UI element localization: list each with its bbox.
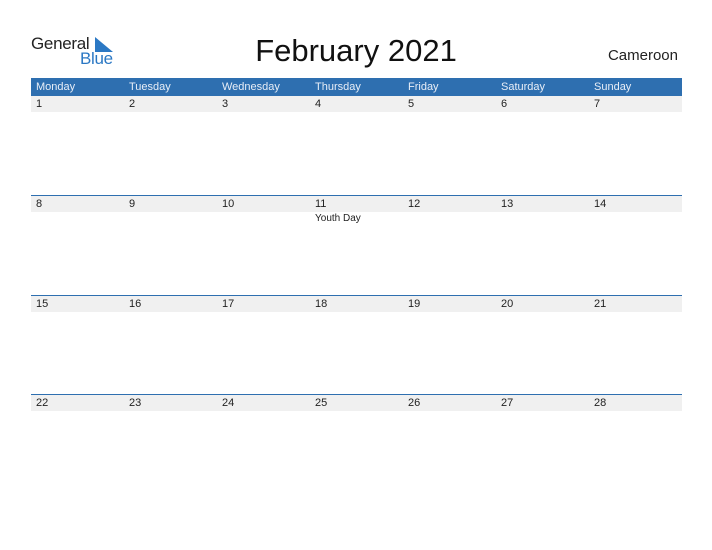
country-label: Cameroon xyxy=(607,47,678,64)
date-cell: 19 xyxy=(408,298,421,310)
date-cell: 9 xyxy=(129,198,136,210)
weekday-saturday: Saturday xyxy=(501,81,546,93)
date-cell: 22 xyxy=(36,397,49,409)
date-cell: 7 xyxy=(594,98,601,110)
week-row-2: 8 9 10 11 12 13 14 Youth Day xyxy=(31,195,682,226)
event-label xyxy=(31,212,124,226)
week-row-1: 1 2 3 4 5 6 7 xyxy=(31,96,682,112)
date-cell: 12 xyxy=(408,198,421,210)
date-cell: 5 xyxy=(408,98,415,110)
weekday-friday: Friday xyxy=(408,81,439,93)
date-cell: 27 xyxy=(501,397,514,409)
date-cell: 25 xyxy=(315,397,328,409)
weekday-sunday: Sunday xyxy=(594,81,632,93)
date-cell: 17 xyxy=(222,298,235,310)
weekday-monday: Monday xyxy=(36,81,76,93)
week-row-3: 15 16 17 18 19 20 21 xyxy=(31,295,682,312)
event-label xyxy=(217,212,310,226)
date-cell: 2 xyxy=(129,98,136,110)
date-cell: 23 xyxy=(129,397,142,409)
date-cell: 18 xyxy=(315,298,328,310)
date-cell: 20 xyxy=(501,298,514,310)
weekday-tuesday: Tuesday xyxy=(129,81,171,93)
date-cell: 16 xyxy=(129,298,142,310)
date-cell: 15 xyxy=(36,298,49,310)
weekday-wednesday: Wednesday xyxy=(222,81,280,93)
date-cell: 6 xyxy=(501,98,508,110)
date-cell: 21 xyxy=(594,298,607,310)
event-label xyxy=(403,212,496,226)
date-cell: 13 xyxy=(501,198,514,210)
date-cell: 24 xyxy=(222,397,235,409)
holiday-youth-day: Youth Day xyxy=(315,213,361,224)
date-cell: 14 xyxy=(594,198,607,210)
date-cell: 4 xyxy=(315,98,322,110)
date-cell: 3 xyxy=(222,98,229,110)
date-cell: 10 xyxy=(222,198,235,210)
date-cell: 8 xyxy=(36,198,43,210)
event-label xyxy=(124,212,217,226)
event-label xyxy=(496,212,589,226)
week-row-4: 22 23 24 25 26 27 28 xyxy=(31,394,682,411)
event-label xyxy=(589,212,682,226)
weekday-header: Monday Tuesday Wednesday Thursday Friday… xyxy=(31,78,682,96)
weekday-thursday: Thursday xyxy=(315,81,361,93)
date-cell: 26 xyxy=(408,397,421,409)
date-cell: 11 xyxy=(315,198,327,210)
date-cell: 28 xyxy=(594,397,607,409)
date-cell: 1 xyxy=(36,98,43,110)
page-title: February 2021 xyxy=(255,33,457,68)
